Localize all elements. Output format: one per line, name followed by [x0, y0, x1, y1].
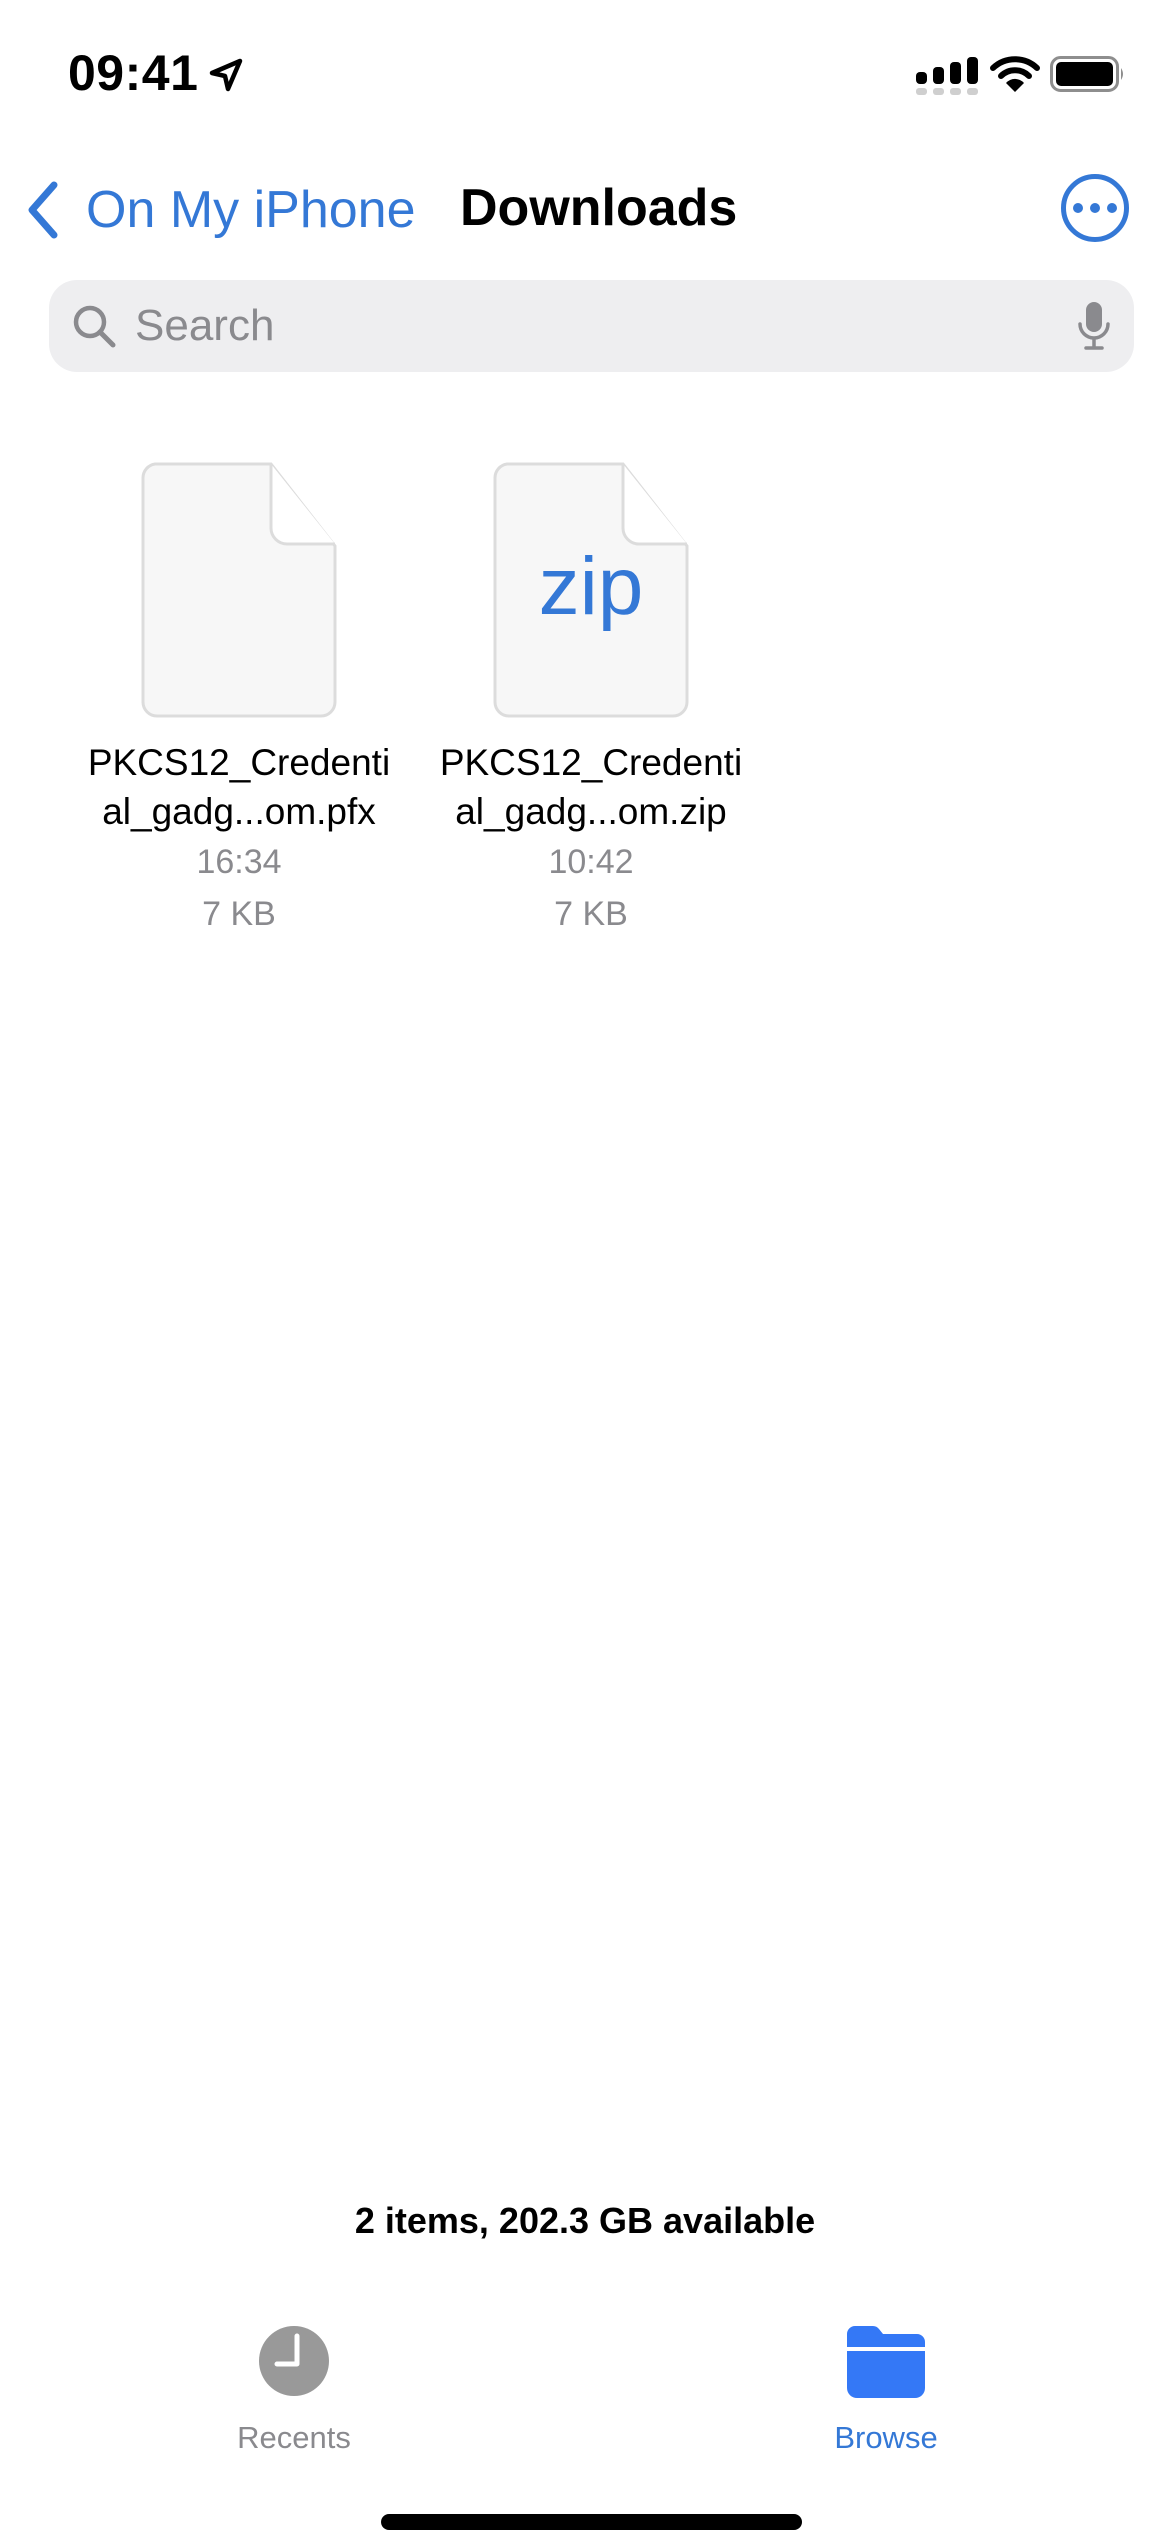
more-options-button[interactable] [1061, 174, 1129, 242]
file-time: 10:42 [548, 843, 634, 881]
tab-label: Recents [237, 2420, 351, 2455]
storage-status: 2 items, 202.3 GB available [354, 2200, 816, 2241]
page-title: Downloads [460, 179, 738, 237]
zip-badge: zip [538, 541, 644, 632]
microphone-icon[interactable] [1076, 300, 1112, 352]
battery-full-icon [1050, 56, 1123, 92]
ellipsis-dot [1090, 203, 1100, 213]
wifi-icon [990, 56, 1040, 92]
folder-icon [847, 2326, 925, 2398]
zip-document-icon: zip [493, 462, 689, 718]
generic-document-icon [141, 462, 337, 718]
tab-label: Browse [834, 2420, 938, 2455]
file-time: 16:34 [196, 843, 282, 881]
search-bar[interactable] [49, 280, 1134, 372]
home-indicator[interactable] [381, 2514, 802, 2530]
search-input[interactable] [133, 300, 1076, 352]
chevron-left-icon [28, 181, 58, 239]
file-name: PKCS12_Credenti al_gadg...om.zip [421, 738, 761, 836]
file-name-line: al_gadg...om.pfx [102, 791, 376, 832]
ellipsis-circle-icon [1073, 203, 1083, 213]
location-arrow-icon [209, 58, 243, 92]
clock-icon [259, 2326, 329, 2396]
file-size: 7 KB [554, 895, 628, 933]
tab-browse[interactable]: Browse [786, 2320, 986, 2456]
file-name-line: PKCS12_Credenti [439, 742, 743, 783]
file-name: PKCS12_Credenti al_gadg...om.pfx [69, 738, 409, 836]
tab-recents[interactable]: Recents [194, 2320, 394, 2456]
search-icon [73, 305, 116, 348]
status-time: 09:41 [68, 45, 199, 101]
file-size: 7 KB [202, 895, 276, 933]
cellular-signal-icon [916, 57, 978, 95]
ellipsis-dot [1107, 203, 1117, 213]
back-label: On My iPhone [86, 181, 416, 239]
file-item[interactable]: zip PKCS12_Credenti al_gadg...om.zip 10:… [421, 462, 761, 940]
file-item[interactable]: PKCS12_Credenti al_gadg...om.pfx 16:34 7… [69, 462, 409, 940]
file-name-line: al_gadg...om.zip [455, 791, 727, 832]
file-name-line: PKCS12_Credenti [87, 742, 391, 783]
back-button[interactable]: On My iPhone [20, 170, 416, 250]
